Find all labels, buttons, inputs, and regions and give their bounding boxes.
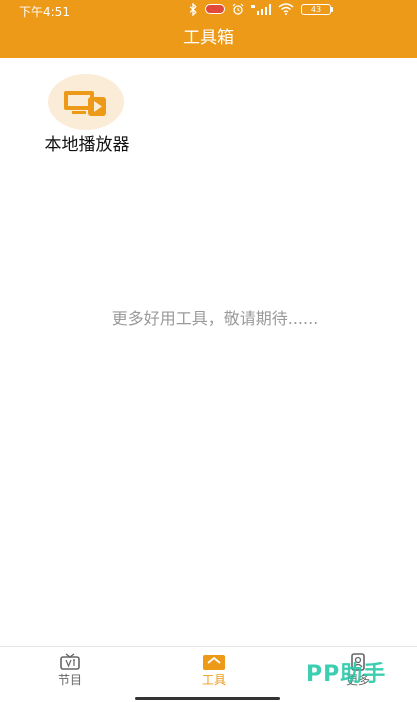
tab-label: 节目 xyxy=(57,673,82,687)
status-bar: 下午4:51 43 xyxy=(0,0,417,20)
video-player-icon xyxy=(64,91,106,116)
tab-program[interactable]: 节目 xyxy=(30,653,110,693)
home-indicator[interactable] xyxy=(135,697,280,700)
tool-label: 本地播放器 xyxy=(44,135,130,155)
toolbox-icon xyxy=(203,655,225,670)
alarm-icon xyxy=(232,3,244,15)
signal-icon xyxy=(251,3,271,15)
battery-icon: 43 xyxy=(301,3,333,15)
watermark-logo: PP助手 xyxy=(306,662,387,687)
app-header: 下午4:51 43 工具箱 xyxy=(0,0,417,58)
status-icons: 43 xyxy=(188,2,333,16)
tab-tools[interactable]: 工具 xyxy=(174,653,254,693)
recording-icon xyxy=(205,4,225,14)
status-time: 下午4:51 xyxy=(19,5,70,19)
bluetooth-icon xyxy=(189,2,197,16)
tab-label: 工具 xyxy=(201,673,226,687)
empty-hint: 更多好用工具，敬请期待...... xyxy=(111,309,319,328)
page-title: 工具箱 xyxy=(183,28,234,48)
tool-local-player[interactable]: 本地播放器 xyxy=(30,74,144,158)
wifi-icon xyxy=(278,3,294,15)
tool-icon-background xyxy=(48,74,124,130)
tv-icon xyxy=(60,653,80,670)
